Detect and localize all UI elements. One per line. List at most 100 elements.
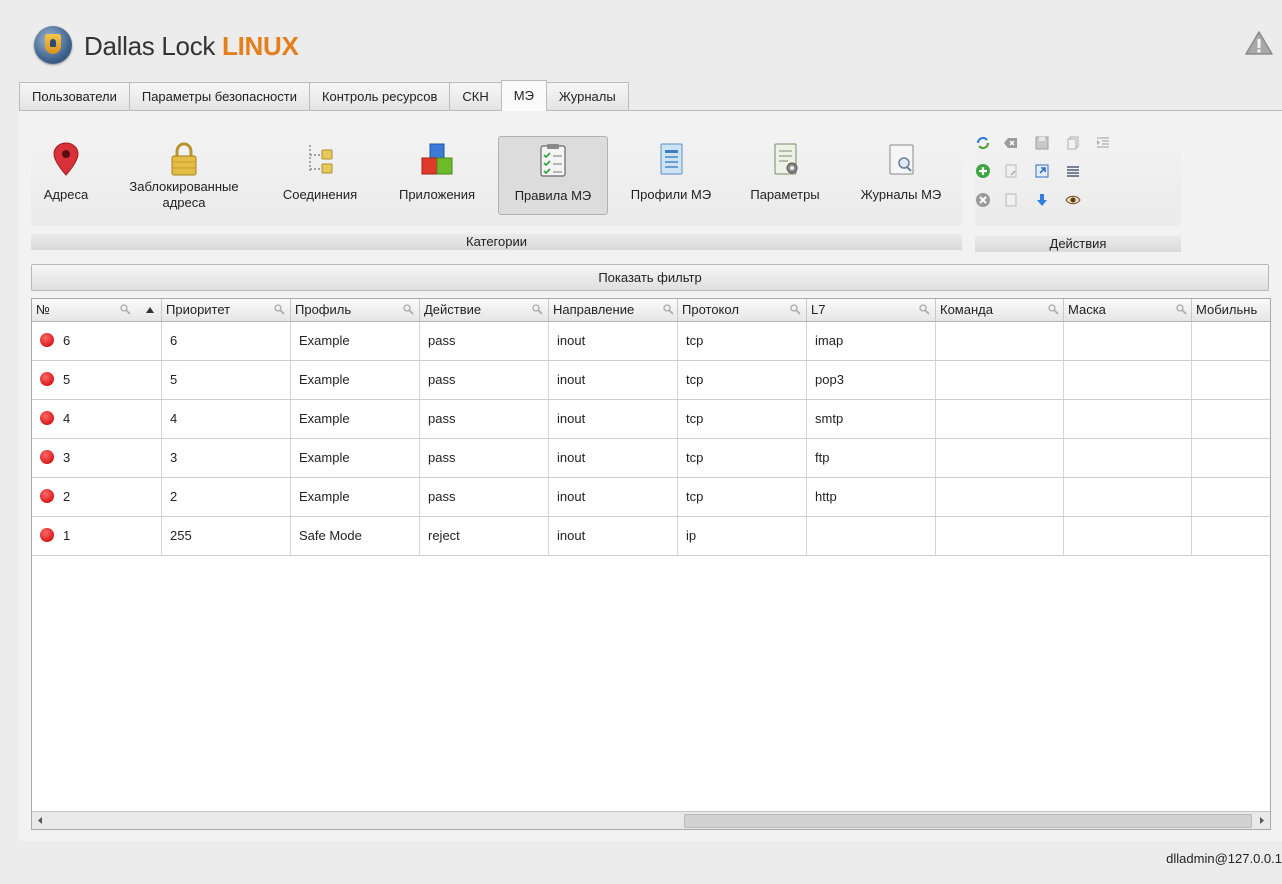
doc-edit-icon[interactable]	[1003, 163, 1019, 179]
category-applications[interactable]: Приложения	[384, 136, 490, 213]
tree-connections-icon	[309, 145, 333, 174]
search-icon[interactable]	[919, 304, 930, 315]
tab-security-params[interactable]: Параметры безопасности	[128, 82, 310, 111]
cell-l7: imap	[807, 322, 936, 360]
view-icon[interactable]	[1065, 192, 1081, 208]
column-header-action[interactable]: Действие	[420, 299, 549, 321]
cell-action: pass	[420, 322, 549, 360]
app-header: Dallas Lock LINUX	[0, 0, 1282, 75]
column-header-profile[interactable]: Профиль	[291, 299, 420, 321]
delete-icon[interactable]	[975, 192, 991, 208]
scrollbar-thumb[interactable]	[684, 814, 1252, 828]
scroll-right-icon[interactable]	[1253, 812, 1270, 829]
column-header-mobile[interactable]: Мобильнь	[1192, 299, 1270, 321]
table-row[interactable]: 1 255 Safe Mode reject inout ip	[32, 517, 1270, 556]
column-header-mask[interactable]: Маска	[1064, 299, 1192, 321]
main-tabs: Пользователи Параметры безопасности Конт…	[19, 80, 629, 111]
cell-mask	[1064, 361, 1192, 399]
cell-l7	[807, 517, 936, 555]
category-label: Адреса	[43, 187, 89, 202]
search-icon[interactable]	[403, 304, 414, 315]
indent-icon[interactable]	[1095, 135, 1111, 151]
category-label: Параметры	[750, 187, 820, 202]
horizontal-scrollbar[interactable]	[32, 811, 1270, 829]
warning-icon[interactable]	[1245, 30, 1273, 56]
status-red-icon	[40, 528, 54, 542]
category-blocked-addresses[interactable]: Заблокированные адреса	[112, 136, 256, 213]
category-firewall-rules[interactable]: Правила МЭ	[498, 136, 608, 215]
search-icon[interactable]	[1176, 304, 1187, 315]
category-addresses[interactable]: Адреса	[36, 136, 96, 213]
column-header-l7[interactable]: L7	[807, 299, 936, 321]
table-row[interactable]: 6 6 Example pass inout tcp imap	[32, 322, 1270, 361]
cell-command	[936, 322, 1064, 360]
cell-mask	[1064, 322, 1192, 360]
status-red-icon	[40, 411, 54, 425]
cell-mask	[1064, 517, 1192, 555]
cell-action: pass	[420, 400, 549, 438]
category-connections[interactable]: Соединения	[272, 136, 368, 213]
document-icon	[660, 143, 683, 175]
cell-number: 6	[32, 322, 162, 360]
clear-icon[interactable]	[1003, 135, 1019, 151]
show-filter-button[interactable]: Показать фильтр	[31, 264, 1269, 291]
rules-table: № Приоритет Профиль Действие Направление…	[31, 298, 1271, 830]
search-icon[interactable]	[274, 304, 285, 315]
table-row[interactable]: 4 4 Example pass inout tcp smtp	[32, 400, 1270, 439]
column-header-direction[interactable]: Направление	[549, 299, 678, 321]
tab-firewall[interactable]: МЭ	[500, 80, 547, 111]
cell-number: 3	[32, 439, 162, 477]
cell-mask	[1064, 478, 1192, 516]
cell-l7: ftp	[807, 439, 936, 477]
search-icon[interactable]	[120, 304, 131, 315]
cell-l7: smtp	[807, 400, 936, 438]
cell-number: 4	[32, 400, 162, 438]
cell-l7: pop3	[807, 361, 936, 399]
category-parameters[interactable]: Параметры	[735, 136, 835, 213]
search-icon[interactable]	[790, 304, 801, 315]
refresh-icon[interactable]	[975, 135, 991, 151]
save-icon[interactable]	[1034, 135, 1050, 151]
cell-mobile	[1192, 400, 1270, 438]
copy-icon[interactable]	[1065, 135, 1081, 151]
cell-priority: 2	[162, 478, 291, 516]
table-row[interactable]: 5 5 Example pass inout tcp pop3	[32, 361, 1270, 400]
tab-skn[interactable]: СКН	[449, 82, 502, 111]
tab-journals[interactable]: Журналы	[545, 82, 629, 111]
column-header-priority[interactable]: Приоритет	[162, 299, 291, 321]
search-icon[interactable]	[1048, 304, 1059, 315]
cell-profile: Example	[291, 361, 420, 399]
table-row[interactable]: 3 3 Example pass inout tcp ftp	[32, 439, 1270, 478]
cell-profile: Example	[291, 439, 420, 477]
scroll-left-icon[interactable]	[32, 812, 49, 829]
move-down-icon[interactable]	[1034, 192, 1050, 208]
column-header-number[interactable]: №	[32, 299, 162, 321]
cell-protocol: tcp	[678, 361, 807, 399]
cell-protocol: tcp	[678, 400, 807, 438]
search-icon[interactable]	[532, 304, 543, 315]
search-icon[interactable]	[663, 304, 674, 315]
tab-resource-control[interactable]: Контроль ресурсов	[308, 82, 451, 111]
cell-direction: inout	[549, 400, 678, 438]
category-label: Заблокированные адреса	[129, 179, 239, 210]
cell-profile: Safe Mode	[291, 517, 420, 555]
category-label: Профили МЭ	[630, 187, 712, 202]
category-firewall-logs[interactable]: Журналы МЭ	[847, 136, 955, 213]
cell-priority: 5	[162, 361, 291, 399]
add-icon[interactable]	[975, 163, 991, 179]
cell-protocol: tcp	[678, 322, 807, 360]
map-pin-icon	[53, 142, 79, 176]
cell-mobile	[1192, 517, 1270, 555]
category-firewall-profiles[interactable]: Профили МЭ	[617, 136, 725, 213]
tab-users[interactable]: Пользователи	[19, 82, 130, 111]
doc-icon[interactable]	[1003, 192, 1019, 208]
external-link-icon[interactable]	[1034, 163, 1050, 179]
cell-l7: http	[807, 478, 936, 516]
cell-action: reject	[420, 517, 549, 555]
clipboard-checklist-icon	[540, 144, 566, 177]
column-header-command[interactable]: Команда	[936, 299, 1064, 321]
log-search-icon	[889, 144, 914, 175]
list-icon[interactable]	[1065, 163, 1081, 179]
table-row[interactable]: 2 2 Example pass inout tcp http	[32, 478, 1270, 517]
column-header-protocol[interactable]: Протокол	[678, 299, 807, 321]
